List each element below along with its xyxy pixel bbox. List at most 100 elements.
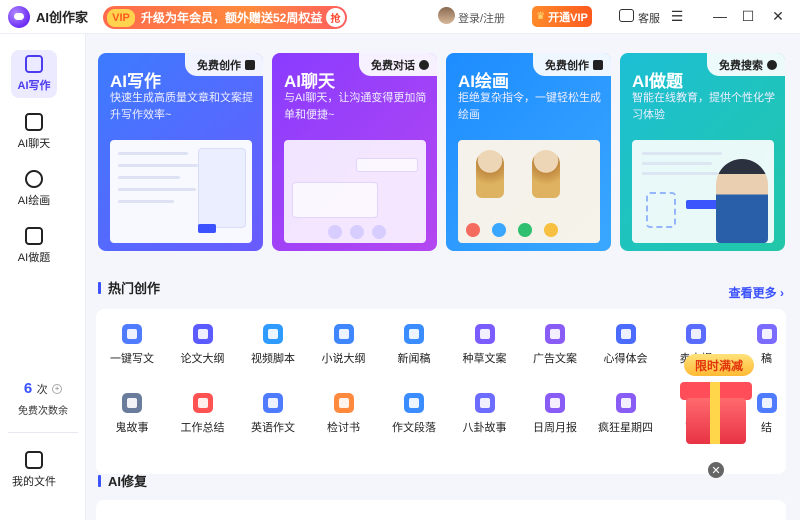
- tool-icon: [192, 324, 213, 344]
- tool-item[interactable]: 工作总结: [163, 393, 243, 435]
- open-vip-button[interactable]: ♛ 开通VIP: [532, 6, 592, 27]
- tool-item[interactable]: 一键写文: [92, 324, 172, 366]
- homework-illustration: [632, 140, 774, 243]
- sidebar-item-ai-writing[interactable]: AI写作: [11, 50, 57, 98]
- close-button[interactable]: ✕: [770, 8, 786, 24]
- pen-icon: [25, 55, 43, 73]
- promo-grab-badge: 抢: [326, 8, 345, 27]
- user-avatar-icon[interactable]: [438, 7, 455, 24]
- tool-label: 小说大纲: [321, 353, 366, 365]
- add-count-icon[interactable]: +: [52, 383, 63, 394]
- tool-item[interactable]: 八卦故事: [445, 393, 525, 435]
- tool-icon: [404, 324, 424, 344]
- tool-item[interactable]: 广告文案: [515, 324, 595, 366]
- sidebar-item-label: AI绘画: [17, 195, 51, 207]
- view-more-link[interactable]: 查看更多 ›: [729, 284, 784, 301]
- card-description: 与AI聊天，让沟通变得更加简单和便捷~: [284, 92, 427, 121]
- maximize-button[interactable]: ☐: [740, 8, 756, 24]
- chat-illustration: [284, 140, 426, 243]
- card-title: AI绘画: [458, 72, 509, 91]
- card-tag: 免费搜索: [707, 53, 785, 76]
- tool-icon: [474, 393, 495, 413]
- tool-item[interactable]: 作文段落: [374, 393, 454, 435]
- tool-icon: [333, 393, 354, 413]
- repair-section-title: AI修复: [98, 471, 147, 490]
- repair-panel: [96, 500, 786, 520]
- tool-label: 种草文案: [462, 353, 507, 365]
- tool-label: 疯狂星期四: [598, 422, 653, 434]
- tool-icon: [545, 324, 565, 344]
- tool-label: 八卦故事: [462, 422, 507, 434]
- tool-icon: [756, 324, 777, 344]
- limited-offer-popup[interactable]: 限时满减: [672, 352, 772, 452]
- cartoon-figure-left: [476, 150, 504, 198]
- image-icon: [593, 59, 603, 70]
- sidebar-item-ai-homework[interactable]: AI做题: [11, 222, 57, 270]
- tool-item[interactable]: 视频脚本: [233, 324, 313, 366]
- tool-label: 日周月报: [533, 422, 577, 434]
- tool-icon: [404, 393, 424, 413]
- cartoon-figure-right: [532, 150, 560, 198]
- login-register-link[interactable]: 登录/注册: [458, 10, 505, 26]
- tool-label: 一键写文: [110, 353, 154, 365]
- card-ai-homework[interactable]: 免费搜索 AI做题 智能在线教育，提供个性化学习体验: [620, 53, 785, 251]
- tool-label: 论文大纲: [180, 353, 225, 365]
- hot-section-title: 热门创作: [98, 278, 160, 297]
- customer-service-link[interactable]: 客服: [638, 10, 660, 26]
- card-tag: 免费创作: [533, 53, 611, 76]
- free-count-value: 6: [23, 380, 33, 397]
- tool-label: 心得体会: [603, 353, 648, 365]
- menu-icon[interactable]: ☰: [669, 8, 685, 24]
- sidebar-item-label: AI做题: [17, 252, 51, 264]
- close-popup-button[interactable]: ✕: [708, 462, 724, 478]
- card-description: 拒绝复杂指令，一键轻松生成绘画: [458, 92, 601, 121]
- tool-icon: [545, 393, 565, 413]
- search-icon: [767, 59, 777, 70]
- tool-icon: [263, 324, 283, 344]
- tool-item[interactable]: 日周月报: [515, 393, 595, 435]
- tool-item[interactable]: 英语作文: [233, 393, 313, 435]
- tool-icon: [333, 324, 354, 344]
- free-count-unit: 次: [36, 384, 48, 396]
- membership-promo-banner[interactable]: VIP 升级为年会员，额外赠送52周权益 抢: [103, 6, 347, 29]
- tool-item[interactable]: 论文大纲: [163, 324, 243, 366]
- tool-icon: [615, 393, 636, 413]
- tool-label: 新闻稿: [397, 353, 431, 365]
- minimize-button[interactable]: —: [712, 8, 728, 24]
- sidebar-item-ai-painting[interactable]: AI绘画: [11, 165, 57, 213]
- card-ai-writing[interactable]: 免费创作 AI写作 快速生成高质量文章和文案提升写作效率~: [98, 53, 263, 251]
- sidebar-item-my-files[interactable]: 我的文件: [11, 446, 57, 494]
- promo-text: 升级为年会员，额外赠送52周权益: [141, 11, 323, 25]
- book-icon: [25, 227, 43, 245]
- app-title: AI创作家: [36, 10, 89, 25]
- tool-icon: [615, 324, 636, 344]
- painting-illustration: [458, 140, 600, 243]
- card-ai-painting[interactable]: 免费创作 AI绘画 拒绝复杂指令，一键轻松生成绘画: [446, 53, 611, 251]
- writing-illustration: [110, 140, 252, 243]
- teacher-figure: [716, 159, 768, 243]
- app-logo-icon: [8, 5, 30, 28]
- tool-item[interactable]: 新闻稿: [374, 324, 454, 366]
- tool-item[interactable]: 种草文案: [445, 324, 525, 366]
- card-ai-chat[interactable]: 免费对话 AI聊天 与AI聊天，让沟通变得更加简单和便捷~: [272, 53, 437, 251]
- tool-item[interactable]: 鬼故事: [92, 393, 172, 435]
- sidebar-item-label: AI写作: [17, 80, 51, 92]
- tool-icon: [686, 324, 706, 344]
- sidebar-item-label: AI聊天: [17, 138, 51, 150]
- tool-item[interactable]: 疯狂星期四: [586, 393, 666, 435]
- card-description: 快速生成高质量文章和文案提升写作效率~: [110, 92, 253, 121]
- tool-item[interactable]: 心得体会: [586, 324, 666, 366]
- customer-service-icon[interactable]: [619, 9, 634, 22]
- tool-item[interactable]: 小说大纲: [304, 324, 384, 366]
- palette-icon: [25, 170, 43, 188]
- card-tag: 免费创作: [185, 53, 263, 76]
- sidebar-item-ai-chat[interactable]: AI聊天: [11, 108, 57, 156]
- free-count-block[interactable]: 6 次 + 免费次数余: [0, 380, 86, 417]
- tool-icon: [122, 324, 142, 344]
- tool-label: 检讨书: [327, 422, 360, 434]
- sidebar-divider: [8, 432, 78, 433]
- tool-label: 工作总结: [180, 422, 225, 434]
- tool-item[interactable]: 检讨书: [304, 393, 384, 435]
- file-icon: [25, 451, 43, 469]
- card-title: AI聊天: [284, 72, 335, 91]
